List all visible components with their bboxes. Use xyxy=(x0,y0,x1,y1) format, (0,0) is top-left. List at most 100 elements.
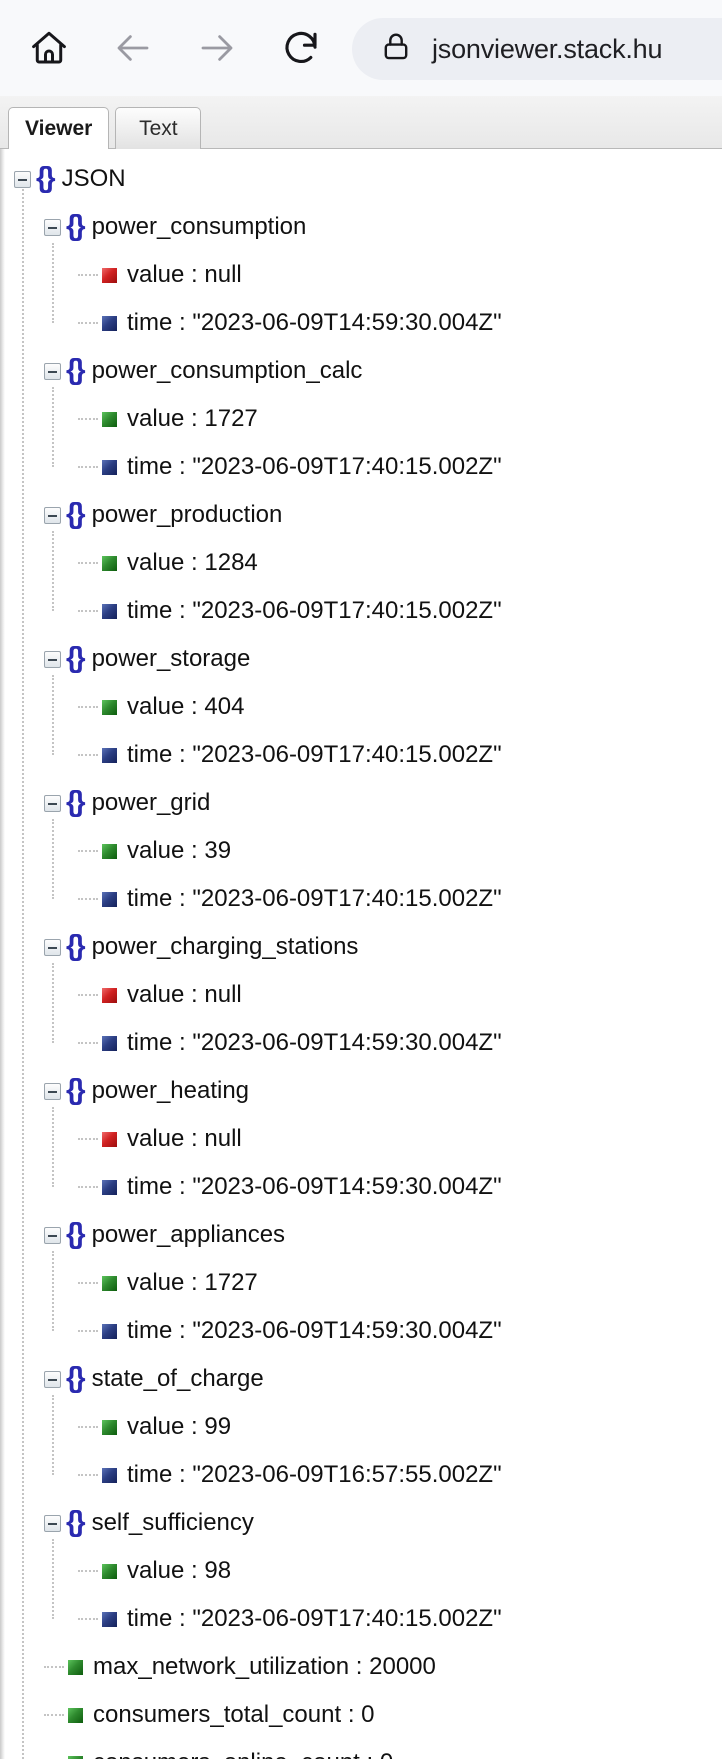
braces-object-icon: {} xyxy=(66,1217,86,1250)
tree-node-object[interactable]: {} power_consumption xyxy=(0,203,722,251)
tree-node-label: value : 99 xyxy=(127,1413,232,1440)
collapse-toggle-icon[interactable] xyxy=(44,938,61,956)
home-button[interactable] xyxy=(18,17,80,79)
tree-guide-stub xyxy=(78,610,98,612)
tree-node-label: time : "2023-06-09T17:40:15.002Z" xyxy=(127,597,502,624)
forward-button[interactable] xyxy=(186,17,248,79)
value-type-marker-green xyxy=(102,843,117,859)
tree-node-leaf[interactable]: time : "2023-06-09T14:59:30.004Z" xyxy=(0,1307,722,1355)
tree-node-leaf[interactable]: consumers_online_count : 0 xyxy=(0,1739,722,1759)
value-type-marker-green xyxy=(102,1275,117,1291)
tree-node-leaf[interactable]: time : "2023-06-09T14:59:30.004Z" xyxy=(0,299,722,347)
tree-node-label: time : "2023-06-09T17:40:15.002Z" xyxy=(127,1605,502,1632)
tree-node-leaf[interactable]: time : "2023-06-09T17:40:15.002Z" xyxy=(0,443,722,491)
value-type-marker-green xyxy=(102,1563,117,1579)
tree-node-label: power_consumption_calc xyxy=(91,357,363,384)
tree-node-leaf[interactable]: time : "2023-06-09T17:40:15.002Z" xyxy=(0,587,722,635)
tree-node-leaf[interactable]: value : 98 xyxy=(0,1547,722,1595)
tree-guide-stub xyxy=(78,754,98,756)
tree-node-object[interactable]: {} power_charging_stations xyxy=(0,923,722,971)
tree-guide-stub xyxy=(78,1426,98,1428)
tree-node-leaf[interactable]: value : 1284 xyxy=(0,539,722,587)
tree-guide-line xyxy=(52,1395,54,1475)
tree-node-leaf[interactable]: time : "2023-06-09T17:40:15.002Z" xyxy=(0,875,722,923)
tree-node-leaf[interactable]: consumers_total_count : 0 xyxy=(0,1691,722,1739)
tree-node-object[interactable]: {} state_of_charge xyxy=(0,1355,722,1403)
tree-node-label: power_appliances xyxy=(91,1221,286,1248)
browser-toolbar: jsonviewer.stack.hu xyxy=(0,0,722,96)
value-type-marker-blue xyxy=(102,747,117,763)
tree-node-leaf[interactable]: time : "2023-06-09T17:40:15.002Z" xyxy=(0,731,722,779)
tree-node-label: JSON xyxy=(61,165,126,192)
tab-text[interactable]: Text xyxy=(115,107,202,149)
collapse-toggle-icon[interactable] xyxy=(44,794,61,812)
tree-guide-line xyxy=(52,819,54,899)
tab-viewer-label: Viewer xyxy=(25,116,93,140)
tree-node-leaf[interactable]: value : 1727 xyxy=(0,1259,722,1307)
address-bar[interactable]: jsonviewer.stack.hu xyxy=(352,18,722,80)
collapse-toggle-icon[interactable] xyxy=(44,1082,61,1100)
address-bar-text: jsonviewer.stack.hu xyxy=(432,33,663,64)
tree-node-label: value : 98 xyxy=(127,1557,232,1584)
braces-object-icon: {} xyxy=(66,1073,86,1106)
tree-guide-stub xyxy=(44,1714,64,1716)
tree-guide-stub xyxy=(78,706,98,708)
tree-node-leaf[interactable]: value : 39 xyxy=(0,827,722,875)
tree-node-object[interactable]: {} power_production xyxy=(0,491,722,539)
collapse-toggle-icon[interactable] xyxy=(44,1514,61,1532)
tree-node-label: self_sufficiency xyxy=(91,1509,254,1536)
value-type-marker-green xyxy=(68,1755,83,1759)
tree-guide-line xyxy=(52,243,54,323)
collapse-toggle-icon[interactable] xyxy=(44,650,61,668)
collapse-toggle-icon[interactable] xyxy=(44,1226,61,1244)
tree-node-leaf[interactable]: value : 404 xyxy=(0,683,722,731)
tree-node-leaf[interactable]: value : 99 xyxy=(0,1403,722,1451)
tree-node-leaf[interactable]: time : "2023-06-09T14:59:30.004Z" xyxy=(0,1163,722,1211)
value-type-marker-blue xyxy=(102,1323,117,1339)
tree-guide-stub xyxy=(78,1042,98,1044)
tab-viewer[interactable]: Viewer xyxy=(8,107,110,149)
tree-node-object[interactable]: {} power_appliances xyxy=(0,1211,722,1259)
tree-node-object[interactable]: {} power_grid xyxy=(0,779,722,827)
tree-node-label: time : "2023-06-09T16:57:55.002Z" xyxy=(127,1461,502,1488)
tree-node-label: time : "2023-06-09T14:59:30.004Z" xyxy=(127,1173,502,1200)
home-icon xyxy=(28,27,70,69)
tree-node-label: power_heating xyxy=(91,1077,250,1104)
tree-guide-stub xyxy=(78,466,98,468)
collapse-toggle-icon[interactable] xyxy=(44,506,61,524)
tree-node-label: value : 39 xyxy=(127,837,232,864)
tree-node-leaf[interactable]: time : "2023-06-09T14:59:30.004Z" xyxy=(0,1019,722,1067)
value-type-marker-green xyxy=(102,555,117,571)
tree-node-object[interactable]: {} power_consumption_calc xyxy=(0,347,722,395)
value-type-marker-green xyxy=(68,1707,83,1723)
collapse-toggle-icon[interactable] xyxy=(44,362,61,380)
braces-object-icon: {} xyxy=(66,1505,86,1538)
tree-node-leaf[interactable]: time : "2023-06-09T16:57:55.002Z" xyxy=(0,1451,722,1499)
back-button[interactable] xyxy=(102,17,164,79)
tree-node-leaf[interactable]: value : null xyxy=(0,1115,722,1163)
braces-object-icon: {} xyxy=(36,161,56,194)
tree-node-object[interactable]: {} self_sufficiency xyxy=(0,1499,722,1547)
tree-guide-line xyxy=(52,387,54,467)
tree-node-object[interactable]: {} power_heating xyxy=(0,1067,722,1115)
collapse-toggle-icon[interactable] xyxy=(44,1370,61,1388)
value-type-marker-red xyxy=(102,1131,117,1147)
tree-node-leaf[interactable]: max_network_utilization : 20000 xyxy=(0,1643,722,1691)
tree-node-label: time : "2023-06-09T14:59:30.004Z" xyxy=(127,1317,502,1344)
tree-node-object[interactable]: {} power_storage xyxy=(0,635,722,683)
tree-node-label: state_of_charge xyxy=(91,1365,264,1392)
collapse-toggle-icon[interactable] xyxy=(44,218,61,236)
reload-icon xyxy=(280,27,322,69)
tree-node-leaf[interactable]: value : 1727 xyxy=(0,395,722,443)
reload-button[interactable] xyxy=(270,17,332,79)
braces-object-icon: {} xyxy=(66,785,86,818)
tree-node-leaf[interactable]: time : "2023-06-09T17:40:15.002Z" xyxy=(0,1595,722,1643)
tree-node-leaf[interactable]: value : null xyxy=(0,971,722,1019)
collapse-toggle-icon[interactable] xyxy=(14,170,31,188)
tree-node-leaf[interactable]: value : null xyxy=(0,251,722,299)
json-tree-viewer[interactable]: {} JSON{} power_consumption value : null tim… xyxy=(0,149,722,1759)
tree-guide-line xyxy=(52,1539,54,1619)
tree-node-object[interactable]: {} JSON xyxy=(0,155,722,203)
forward-arrow-icon xyxy=(196,27,238,69)
tree-guide-stub xyxy=(78,1282,98,1284)
